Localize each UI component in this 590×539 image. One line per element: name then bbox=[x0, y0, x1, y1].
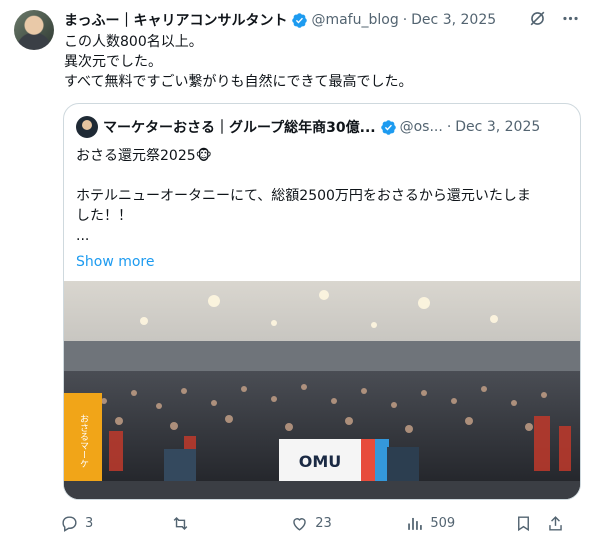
banner-text: おさるマーケ bbox=[78, 414, 89, 468]
separator-dot: · bbox=[402, 12, 408, 28]
quoted-tweet-date: Dec 3, 2025 bbox=[455, 119, 541, 135]
author-avatar[interactable] bbox=[14, 10, 54, 50]
verified-badge-icon bbox=[291, 12, 308, 29]
tweet-date[interactable]: Dec 3, 2025 bbox=[411, 12, 496, 28]
tweet-text: この人数800名以上。 異次元でした。 すべて無料ですごい繋がりも自然にできて最… bbox=[64, 32, 412, 92]
tweet-line: 異次元でした。 bbox=[64, 54, 162, 70]
tweet-line: この人数800名以上。 bbox=[64, 34, 203, 50]
event-photo[interactable]: おさるマーケ OMU bbox=[64, 281, 580, 499]
share-button[interactable] bbox=[546, 514, 576, 533]
like-count: 23 bbox=[315, 515, 332, 531]
separator-dot: · bbox=[446, 119, 452, 135]
author-handle[interactable]: @mafu_blog bbox=[311, 12, 398, 28]
share-icon bbox=[549, 515, 562, 531]
quoted-author-name: マーケターおさる｜グループ総年商30億... bbox=[103, 120, 376, 136]
repost-button[interactable] bbox=[171, 514, 290, 533]
quoted-tweet-header: マーケターおさる｜グループ総年商30億... @os... · Dec 3, 2… bbox=[76, 116, 570, 138]
quoted-line: した！！ bbox=[76, 208, 132, 224]
show-more-link[interactable]: Show more bbox=[76, 252, 155, 272]
reply-count: 3 bbox=[85, 515, 94, 531]
reply-button[interactable]: 3 bbox=[60, 514, 171, 533]
quoted-line: ホテルニューオータニーにて、総額2500万円をおさるから還元いたしま bbox=[76, 188, 531, 204]
views-button[interactable]: 509 bbox=[405, 514, 514, 533]
tweet-header: まっふー｜キャリアコンサルタント @mafu_blog · Dec 3, 202… bbox=[64, 9, 580, 31]
quoted-line bbox=[76, 166, 568, 186]
quoted-tweet-text: おさる還元祭2025🐵 ホテルニューオータニーにて、総額2500万円をおさるから… bbox=[76, 146, 568, 272]
omu-sign-text: OMU bbox=[299, 452, 342, 471]
author-name[interactable]: まっふー｜キャリアコンサルタント bbox=[64, 10, 287, 30]
quoted-tweet[interactable]: マーケターおさる｜グループ総年商30億... @os... · Dec 3, 2… bbox=[63, 103, 581, 500]
reply-icon bbox=[62, 515, 77, 532]
bookmark-button[interactable] bbox=[514, 514, 546, 533]
like-button[interactable]: 23 bbox=[290, 514, 405, 533]
quoted-author-handle: @os... bbox=[399, 119, 443, 135]
verified-badge-icon bbox=[380, 119, 397, 136]
quoted-author-avatar bbox=[76, 116, 98, 138]
grok-icon[interactable] bbox=[528, 9, 547, 32]
more-icon[interactable] bbox=[561, 9, 580, 32]
tweet-actions: 3 23 509 bbox=[60, 512, 576, 534]
repost-icon bbox=[173, 516, 188, 530]
like-icon bbox=[293, 517, 306, 531]
quoted-line: おさる還元祭2025🐵 bbox=[76, 148, 212, 164]
quoted-line: ... bbox=[76, 228, 90, 244]
tweet-line: すべて無料ですごい繋がりも自然にできて最高でした。 bbox=[64, 74, 413, 90]
views-icon bbox=[408, 517, 423, 530]
views-count: 509 bbox=[430, 515, 456, 531]
bookmark-icon bbox=[518, 515, 530, 531]
